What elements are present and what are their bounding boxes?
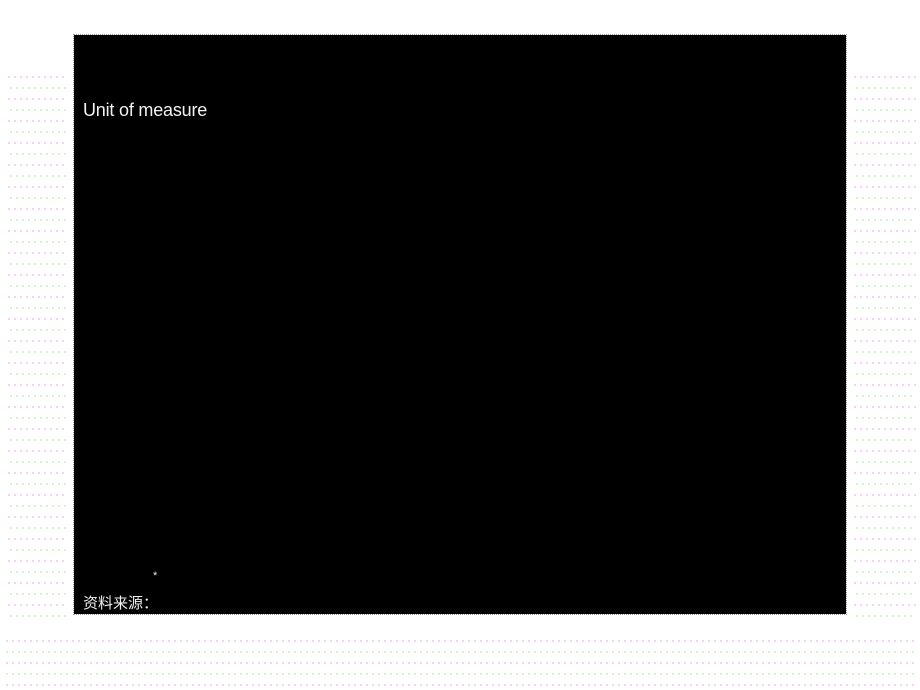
margin-dots-bottom-green xyxy=(4,641,916,686)
slide-panel: Unit of measure * 资料来源： xyxy=(73,34,847,615)
source-label: 资料来源： xyxy=(83,594,159,612)
margin-dots-left-green xyxy=(8,77,68,627)
unit-of-measure-label: Unit of measure xyxy=(83,100,208,120)
margin-dots-right-green xyxy=(854,77,916,627)
margin-dots-right-pink xyxy=(852,66,916,626)
page: Unit of measure * 资料来源： xyxy=(0,0,920,690)
margin-dots-left-pink xyxy=(6,66,68,626)
margin-dots-bottom-pink xyxy=(4,630,916,686)
footnote-asterisk: * xyxy=(153,570,158,582)
